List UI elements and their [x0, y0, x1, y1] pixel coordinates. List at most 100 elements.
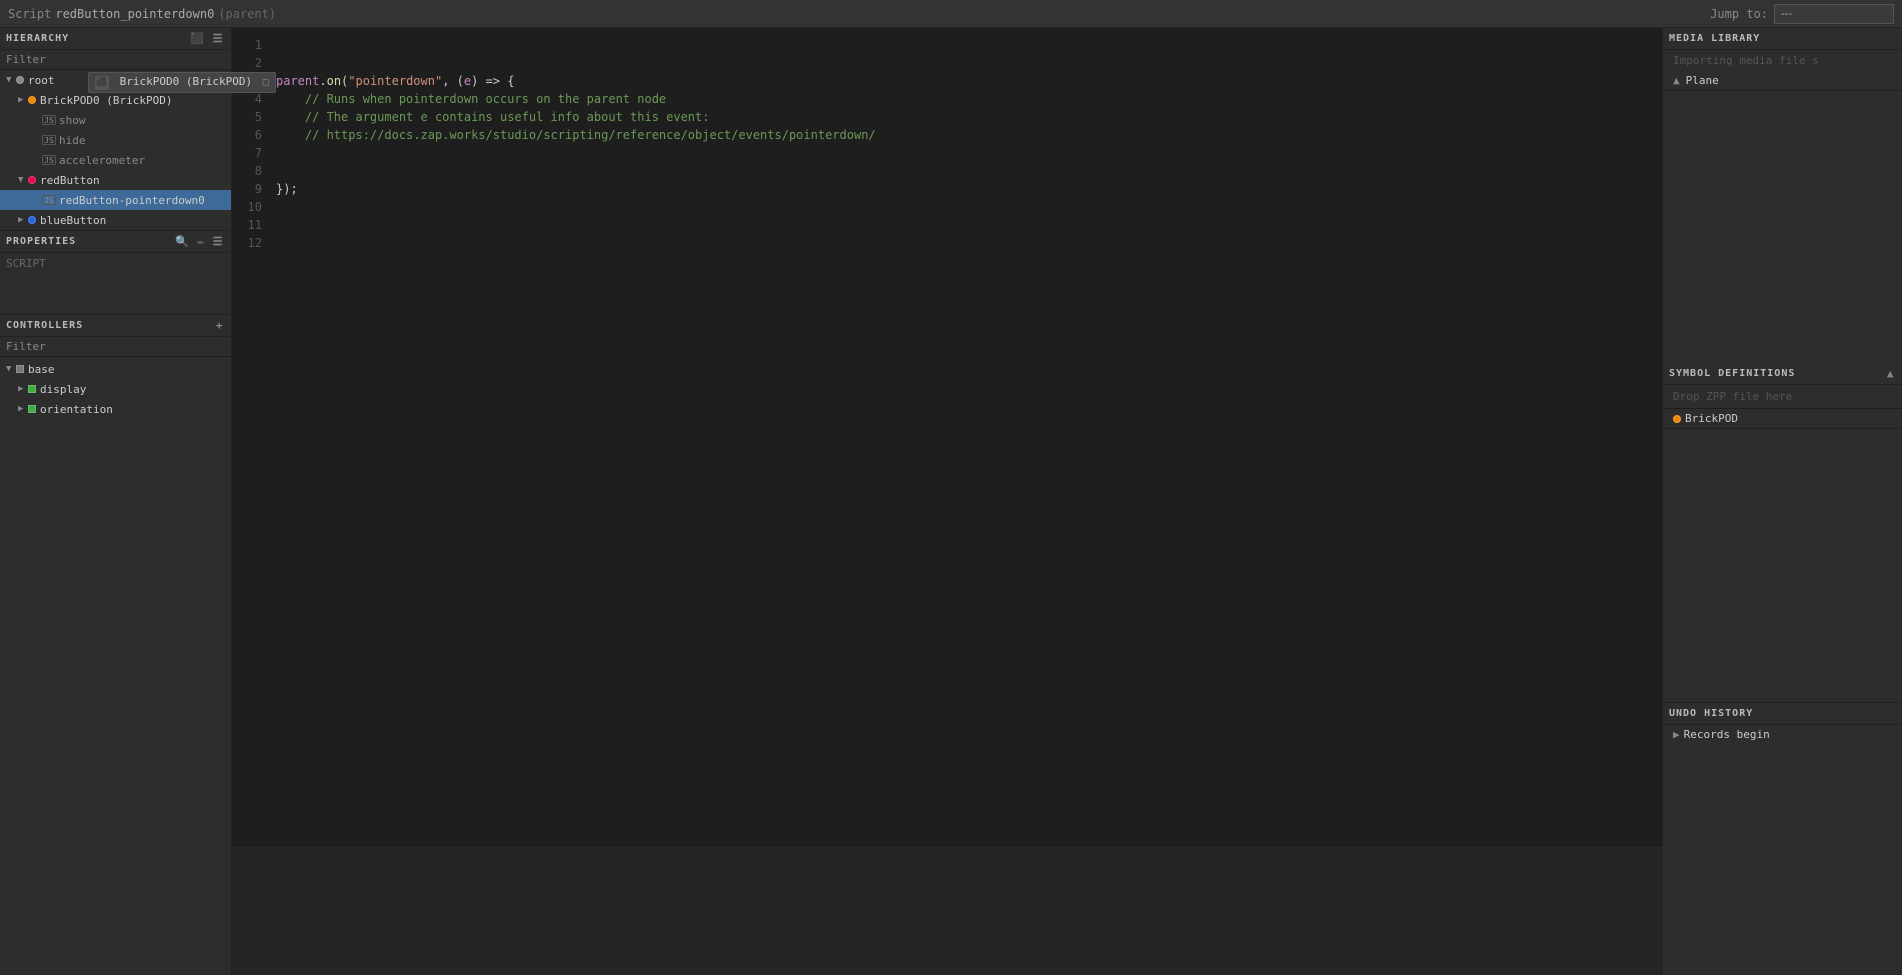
undo-history-title: UNDO HISTORY — [1669, 708, 1896, 719]
tooltip-icon: ⬛ — [95, 76, 109, 90]
symbol-definitions-title: SYMBOL DEFINITIONS — [1669, 368, 1885, 379]
code-area: 1 2 3 4 5 6 7 8 9 10 11 12 parent.on("po… — [232, 28, 1662, 975]
accel-label: accelerometer — [59, 154, 145, 167]
tree-item-brickpod0[interactable]: ▶ BrickPOD0 (BrickPOD) — [0, 90, 231, 110]
left-panel: HIERARCHY ⬛ ☰ Filter ▼ root ▶ — [0, 28, 232, 975]
controllers-tree: ▼ base ▶ display ▶ orientation — [0, 357, 231, 421]
importing-text: Importing media file s — [1663, 50, 1902, 71]
tooltip-text: BrickPOD0 (BrickPOD) — [120, 75, 252, 88]
media-library-section: MEDIA LIBRARY Importing media file s ▲ P… — [1663, 28, 1902, 91]
symbol-definitions-header: SYMBOL DEFINITIONS ▲ — [1663, 363, 1902, 385]
spacer-middle — [1663, 429, 1902, 701]
tooltip-close-icon[interactable]: □ — [263, 77, 269, 88]
tree-item-redbutton-pointerdown0[interactable]: JS redButton-pointerdown0 — [0, 190, 231, 210]
undo-records-begin-label: Records begin — [1684, 728, 1770, 741]
properties-header: PROPERTIES 🔍 ✏ ☰ — [0, 231, 231, 253]
symbol-definitions-section: SYMBOL DEFINITIONS ▲ Drop ZPP file here … — [1663, 363, 1902, 429]
controllers-header: CONTROLLERS + — [0, 315, 231, 337]
script-parent: (parent) — [218, 7, 276, 21]
show-label: show — [59, 114, 86, 127]
right-panel: MEDIA LIBRARY Importing media file s ▲ P… — [1662, 28, 1902, 975]
tooltip: ⬛ BrickPOD0 (BrickPOD) □ — [88, 72, 276, 93]
output-area — [232, 845, 1662, 975]
script-name: redButton_pointerdown0 — [55, 7, 214, 21]
properties-empty — [0, 274, 231, 314]
properties-search-icon[interactable]: 🔍 — [173, 234, 191, 249]
display-arrow: ▶ — [18, 384, 28, 394]
root-label: root — [28, 74, 55, 87]
hierarchy-tree: ▼ root ▶ BrickPOD0 (BrickPOD) JS show — [0, 70, 231, 230]
plane-icon: ▲ — [1673, 74, 1680, 87]
root-icon — [16, 76, 24, 84]
brickpod0-label: BrickPOD0 (BrickPOD) — [40, 94, 172, 107]
ctrl-tree-item-display[interactable]: ▶ display — [0, 379, 231, 399]
undo-history-header: UNDO HISTORY — [1663, 703, 1902, 725]
properties-title: PROPERTIES — [6, 236, 173, 247]
main-layout: HIERARCHY ⬛ ☰ Filter ▼ root ▶ — [0, 28, 1902, 975]
base-icon — [16, 365, 24, 373]
undo-item-records-begin[interactable]: ▶ Records begin — [1663, 725, 1902, 744]
bluebutton-label: blueButton — [40, 214, 106, 227]
hierarchy-icon-1[interactable]: ⬛ — [188, 31, 206, 46]
tree-item-hide[interactable]: JS hide — [0, 130, 231, 150]
script-label: Script — [8, 7, 51, 21]
symbol-drop-text: Drop ZPP file here — [1673, 390, 1792, 403]
properties-menu-icon[interactable]: ☰ — [211, 234, 225, 249]
code-content[interactable]: parent.on("pointerdown", (e) => { // Run… — [268, 28, 1662, 845]
hierarchy-header: HIERARCHY ⬛ ☰ — [0, 28, 231, 50]
brickpod-symbol-label: BrickPOD — [1685, 412, 1738, 425]
bluebutton-icon — [28, 216, 36, 224]
orientation-arrow: ▶ — [18, 404, 28, 414]
brickpod0-arrow: ▶ — [18, 95, 28, 105]
hide-script-icon: JS — [42, 135, 56, 145]
orientation-label: orientation — [40, 403, 113, 416]
hierarchy-icon-2[interactable]: ☰ — [211, 31, 225, 46]
show-script-icon: JS — [42, 115, 56, 125]
hierarchy-title: HIERARCHY — [6, 33, 188, 44]
accel-script-icon: JS — [42, 155, 56, 165]
media-library-title: MEDIA LIBRARY — [1669, 33, 1896, 44]
symbol-warn-icon: ▲ — [1885, 366, 1896, 381]
bluebutton-arrow: ▶ — [18, 215, 28, 225]
undo-arrow: ▶ — [1673, 728, 1680, 741]
jump-to-select[interactable]: --- — [1774, 4, 1894, 24]
tree-item-show[interactable]: JS show — [0, 110, 231, 130]
line-numbers: 1 2 3 4 5 6 7 8 9 10 11 12 — [232, 28, 268, 845]
hierarchy-section: HIERARCHY ⬛ ☰ Filter ▼ root ▶ — [0, 28, 231, 230]
hierarchy-filter: Filter — [0, 50, 231, 70]
jump-to-label: Jump to: — [1710, 7, 1768, 21]
tree-item-bluebutton[interactable]: ▶ blueButton — [0, 210, 231, 230]
hide-label: hide — [59, 134, 86, 147]
brickpod-symbol-icon — [1673, 415, 1681, 423]
controllers-title: CONTROLLERS — [6, 320, 214, 331]
brickpod0-icon — [28, 96, 36, 104]
symbol-drop-zone[interactable]: Drop ZPP file here — [1663, 385, 1902, 409]
controllers-section: CONTROLLERS + Filter ▼ base ▶ display — [0, 314, 231, 421]
symbol-item-brickpod[interactable]: BrickPOD — [1663, 409, 1902, 428]
rb-pd0-script-icon: JS — [42, 195, 56, 205]
redbutton-label: redButton — [40, 174, 100, 187]
spacer-top — [1663, 91, 1902, 363]
rb-pd0-label: redButton-pointerdown0 — [59, 194, 205, 207]
hierarchy-icons: ⬛ ☰ — [188, 31, 225, 46]
controllers-add-icon[interactable]: + — [214, 318, 225, 333]
tree-item-accelerometer[interactable]: JS accelerometer — [0, 150, 231, 170]
redbutton-icon — [28, 176, 36, 184]
display-icon — [28, 385, 36, 393]
properties-script-label: SCRIPT — [0, 253, 231, 274]
plane-label: Plane — [1686, 74, 1719, 87]
redbutton-arrow: ▼ — [18, 175, 28, 185]
root-arrow: ▼ — [6, 75, 16, 85]
media-item-plane[interactable]: ▲ Plane — [1663, 71, 1902, 90]
code-editor[interactable]: 1 2 3 4 5 6 7 8 9 10 11 12 parent.on("po… — [232, 28, 1662, 845]
ctrl-tree-item-base[interactable]: ▼ base — [0, 359, 231, 379]
undo-history-section: UNDO HISTORY ▶ Records begin — [1663, 702, 1902, 975]
properties-icons: 🔍 ✏ ☰ — [173, 234, 225, 249]
ctrl-tree-item-orientation[interactable]: ▶ orientation — [0, 399, 231, 419]
display-label: display — [40, 383, 86, 396]
tree-item-redbutton[interactable]: ▼ redButton — [0, 170, 231, 190]
controllers-filter: Filter — [0, 337, 231, 357]
orientation-icon — [28, 405, 36, 413]
properties-edit-icon[interactable]: ✏ — [196, 234, 207, 249]
top-bar: Script redButton_pointerdown0 (parent) J… — [0, 0, 1902, 28]
